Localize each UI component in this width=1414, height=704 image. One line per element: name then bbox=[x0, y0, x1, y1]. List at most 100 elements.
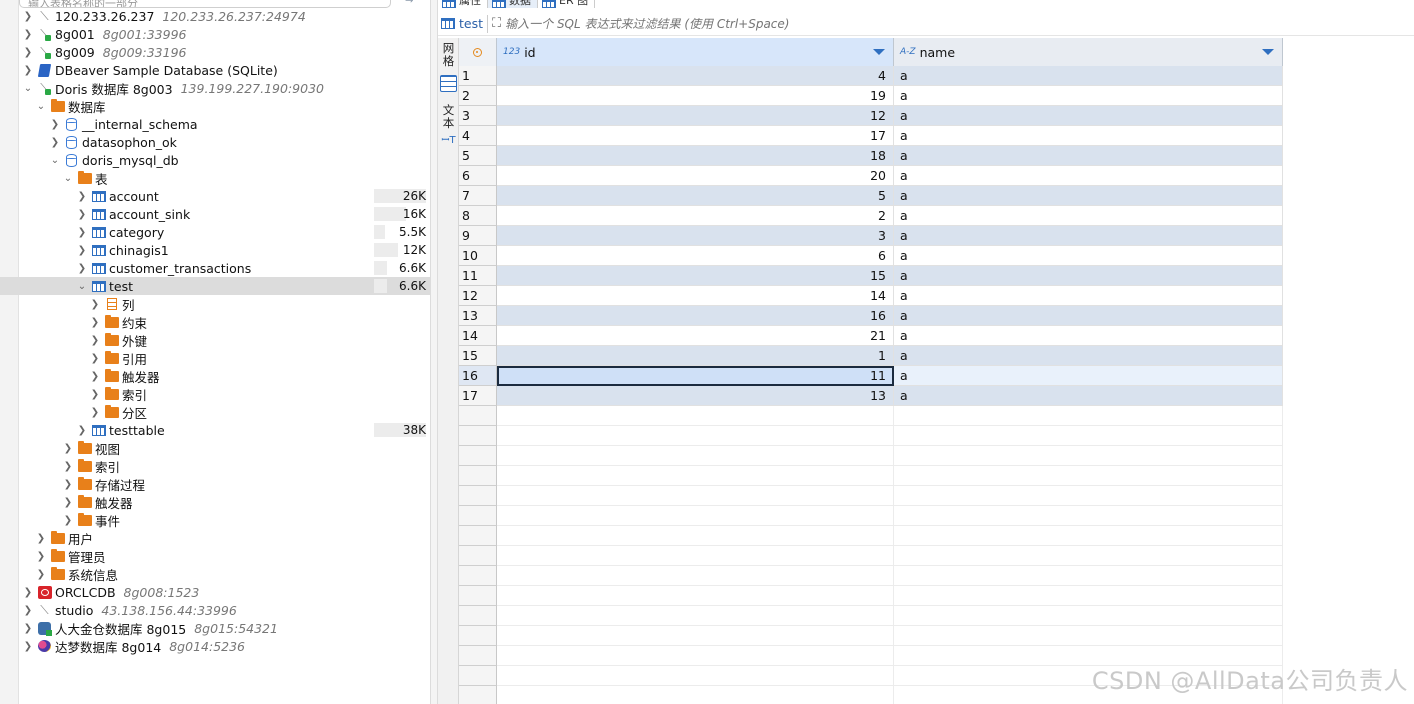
table-row[interactable]: 75a bbox=[459, 186, 1283, 206]
chevron-down-icon[interactable]: ⌄ bbox=[62, 173, 74, 184]
tree-node-connection[interactable]: ❯ 达梦数据库 8g014 8g014:5236 bbox=[0, 637, 430, 655]
chevron-down-icon[interactable]: ⌄ bbox=[35, 101, 47, 112]
chevron-right-icon[interactable]: ❯ bbox=[22, 11, 34, 22]
cell-name[interactable]: a bbox=[894, 346, 1283, 366]
tree-node-table[interactable]: ❯ account_sink 16K bbox=[0, 205, 430, 223]
row-number[interactable] bbox=[459, 546, 497, 566]
tree-node-table[interactable]: ❯ customer_transactions 6.6K bbox=[0, 259, 430, 277]
chevron-right-icon[interactable]: ❯ bbox=[35, 569, 47, 580]
table-row[interactable]: 93a bbox=[459, 226, 1283, 246]
row-number[interactable] bbox=[459, 446, 497, 466]
cell-id[interactable]: 17 bbox=[497, 126, 894, 146]
chevron-right-icon[interactable]: ❯ bbox=[35, 551, 47, 562]
table-row[interactable]: 4 17 a bbox=[459, 126, 1283, 146]
chevron-down-icon[interactable]: ⌄ bbox=[22, 83, 34, 94]
cell-id[interactable]: 3 bbox=[497, 226, 894, 246]
row-number[interactable]: 7 bbox=[459, 186, 497, 206]
cell-name[interactable] bbox=[894, 546, 1283, 566]
chevron-right-icon[interactable]: ❯ bbox=[62, 443, 74, 454]
cell-name[interactable] bbox=[894, 446, 1283, 466]
tree-node-administer[interactable]: ❯ 管理员 bbox=[0, 547, 430, 565]
tree-node-users[interactable]: ❯ 用户 bbox=[0, 529, 430, 547]
filter-expression-input[interactable] bbox=[505, 16, 1206, 31]
chevron-right-icon[interactable]: ❯ bbox=[89, 371, 101, 382]
chevron-right-icon[interactable]: ❯ bbox=[89, 353, 101, 364]
cell-id[interactable]: 21 bbox=[497, 326, 894, 346]
expand-icon[interactable]: ⛶ bbox=[492, 16, 501, 31]
row-number[interactable]: 8 bbox=[459, 206, 497, 226]
cell-name[interactable]: a bbox=[894, 106, 1283, 126]
tree-node-connection[interactable]: ❯ ⟍ 8g001 8g001:33996 bbox=[0, 25, 430, 43]
cell-name[interactable]: a bbox=[894, 206, 1283, 226]
cell-name[interactable] bbox=[894, 466, 1283, 486]
row-number[interactable]: 12 bbox=[459, 286, 497, 306]
chevron-down-icon[interactable]: ⌄ bbox=[49, 155, 61, 166]
tree-node-tables[interactable]: ⌄ 表 bbox=[0, 169, 430, 187]
panel-splitter[interactable] bbox=[430, 0, 438, 704]
chevron-right-icon[interactable]: ❯ bbox=[22, 587, 34, 598]
cell-id[interactable]: 19 bbox=[497, 86, 894, 106]
table-row[interactable]: 16 11 a bbox=[459, 366, 1283, 386]
tree-node-events[interactable]: ❯ 事件 bbox=[0, 511, 430, 529]
cell-name[interactable]: a bbox=[894, 126, 1283, 146]
chevron-right-icon[interactable]: ❯ bbox=[62, 479, 74, 490]
row-number[interactable] bbox=[459, 566, 497, 586]
row-number[interactable] bbox=[459, 666, 497, 686]
row-number[interactable]: 1 bbox=[459, 66, 497, 86]
cell-id[interactable] bbox=[497, 486, 894, 506]
table-row[interactable]: 17 13 a bbox=[459, 386, 1283, 406]
row-number[interactable]: 4 bbox=[459, 126, 497, 146]
cell-id[interactable] bbox=[497, 566, 894, 586]
row-number[interactable]: 11 bbox=[459, 266, 497, 286]
cell-name[interactable]: a bbox=[894, 146, 1283, 166]
cell-id[interactable]: 12 bbox=[497, 106, 894, 126]
row-number[interactable]: 5 bbox=[459, 146, 497, 166]
sort-filter-icon[interactable] bbox=[873, 49, 885, 55]
row-number[interactable] bbox=[459, 466, 497, 486]
cell-id[interactable] bbox=[497, 426, 894, 446]
chevron-right-icon[interactable]: ❯ bbox=[76, 245, 88, 256]
tree-node-connection[interactable]: ❯ DBeaver Sample Database (SQLite) bbox=[0, 61, 430, 79]
row-number[interactable]: 3 bbox=[459, 106, 497, 126]
table-row[interactable]: 14a bbox=[459, 66, 1283, 86]
cell-id[interactable]: 5 bbox=[497, 186, 894, 206]
cell-id[interactable] bbox=[497, 666, 894, 686]
table-row[interactable]: 6 20 a bbox=[459, 166, 1283, 186]
cell-name[interactable]: a bbox=[894, 166, 1283, 186]
row-number[interactable] bbox=[459, 406, 497, 426]
cell-name[interactable]: a bbox=[894, 366, 1283, 386]
tree-node-table[interactable]: ❯ testtable 38K bbox=[0, 421, 430, 439]
cell-name[interactable] bbox=[894, 406, 1283, 426]
cell-name[interactable] bbox=[894, 586, 1283, 606]
column-header-name[interactable]: A-Z name bbox=[894, 38, 1283, 66]
table-row[interactable]: 12 14 a bbox=[459, 286, 1283, 306]
tree-node-views[interactable]: ❯ 视图 bbox=[0, 439, 430, 457]
chevron-right-icon[interactable]: ❯ bbox=[76, 263, 88, 274]
cell-id[interactable] bbox=[497, 546, 894, 566]
tree-node-references[interactable]: ❯ 引用 bbox=[0, 349, 430, 367]
chevron-right-icon[interactable]: ❯ bbox=[22, 605, 34, 616]
table-row[interactable]: 82a bbox=[459, 206, 1283, 226]
tab-properties[interactable]: 属性 bbox=[438, 0, 488, 8]
chevron-right-icon[interactable]: ❯ bbox=[62, 461, 74, 472]
chevron-down-icon[interactable]: ⌄ bbox=[76, 281, 88, 292]
tree-node-schema[interactable]: ⌄ doris_mysql_db bbox=[0, 151, 430, 169]
row-number[interactable] bbox=[459, 426, 497, 446]
column-header-id[interactable]: 123 id bbox=[497, 38, 894, 66]
row-number[interactable]: 6 bbox=[459, 166, 497, 186]
table-row[interactable]: 11 15 a bbox=[459, 266, 1283, 286]
chevron-right-icon[interactable]: ❯ bbox=[22, 641, 34, 652]
cell-id[interactable]: 2 bbox=[497, 206, 894, 226]
chevron-right-icon[interactable]: ❯ bbox=[76, 209, 88, 220]
cell-id[interactable]: 4 bbox=[497, 66, 894, 86]
cell-name[interactable]: a bbox=[894, 186, 1283, 206]
tree-node-table-selected[interactable]: ⌄ test 6.6K bbox=[0, 277, 430, 295]
table-name-button[interactable]: test bbox=[438, 16, 483, 31]
cell-id[interactable] bbox=[497, 446, 894, 466]
tree-node-triggers[interactable]: ❯ 触发器 bbox=[0, 367, 430, 385]
cell-id[interactable]: 11 bbox=[497, 366, 894, 386]
row-number[interactable]: 17 bbox=[459, 386, 497, 406]
row-number[interactable] bbox=[459, 606, 497, 626]
table-row[interactable]: 10 6 a bbox=[459, 246, 1283, 266]
cell-name[interactable]: a bbox=[894, 386, 1283, 406]
